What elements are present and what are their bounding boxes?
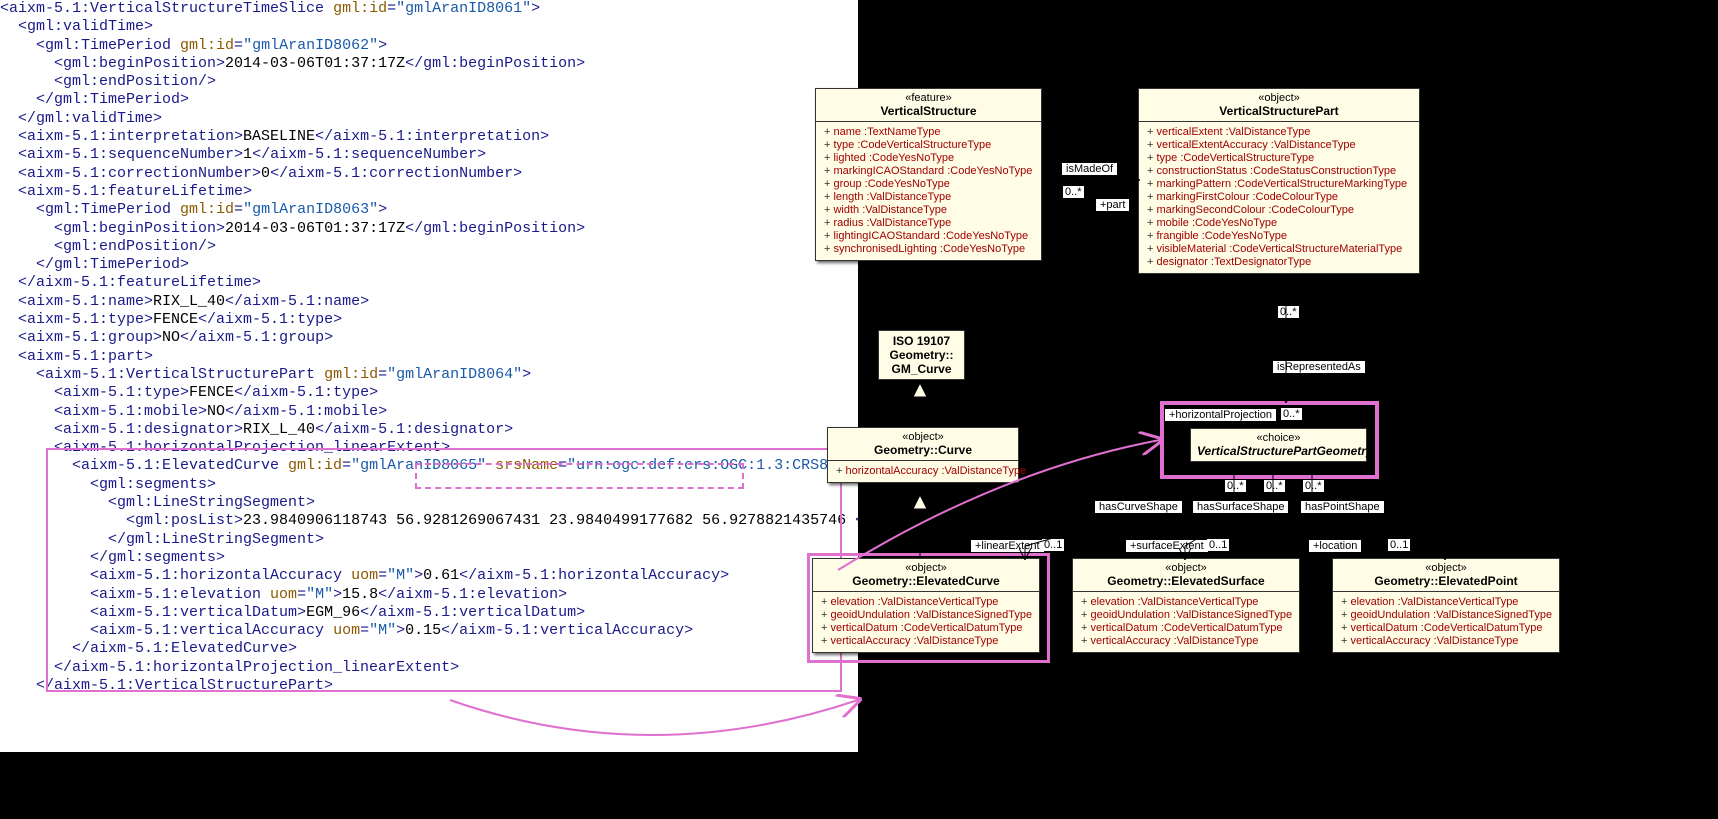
uml-attribute: geoidUndulation :ValDistanceSignedType — [1341, 609, 1551, 622]
uml-vertical-structure: «feature»VerticalStructure name :TextNam… — [815, 88, 1042, 261]
lbl-linearextent: +linearExtent — [970, 539, 1045, 553]
uml-geometry-curve: «object»Geometry::Curve horizontalAccura… — [827, 427, 1019, 483]
lbl-ismadeof: isMadeOf — [1061, 162, 1118, 176]
mult-location: 0..1 — [1388, 539, 1410, 551]
uml-attribute: verticalExtent :ValDistanceType — [1147, 126, 1411, 139]
mult-vsp-self: 0..* — [1278, 306, 1299, 318]
lbl-hassurfaceshape: hasSurfaceShape — [1192, 500, 1289, 514]
lbl-surfaceextent: +surfaceExtent — [1125, 539, 1209, 553]
mult-surf: 0..* — [1264, 480, 1285, 492]
uml-attribute: elevation :ValDistanceVerticalType — [1081, 596, 1291, 609]
lbl-part: +part — [1095, 198, 1130, 212]
lbl-hproj: +horizontalProjection — [1164, 408, 1277, 422]
uml-attribute: mobile :CodeYesNoType — [1147, 217, 1411, 230]
uml-vspg: «choice» VerticalStructurePartGeometry — [1190, 428, 1367, 462]
uml-attribute: geoidUndulation :ValDistanceSignedType — [1081, 609, 1291, 622]
uml-attribute: visibleMaterial :CodeVerticalStructureMa… — [1147, 243, 1411, 256]
uml-vertical-structure-part: «object»VerticalStructurePart verticalEx… — [1138, 88, 1420, 274]
uml-attribute: verticalDatum :CodeVerticalDatumType — [1341, 622, 1551, 635]
uml-attribute: lightingICAOStandard :CodeYesNoType — [824, 230, 1033, 243]
uml-attribute: name :TextNameType — [824, 126, 1033, 139]
uml-attribute: horizontalAccuracy :ValDistanceType — [836, 465, 1010, 478]
mult-hproj: 0..* — [1281, 408, 1302, 420]
uml-attribute: markingPattern :CodeVerticalStructureMar… — [1147, 178, 1411, 191]
mult-surfaceextent: 0..1 — [1207, 539, 1229, 551]
uml-attribute: type :CodeVerticalStructureType — [824, 139, 1033, 152]
uml-attribute: verticalDatum :CodeVerticalDatumType — [1081, 622, 1291, 635]
lbl-isrepresentedas: isRepresentedAs — [1272, 360, 1366, 374]
uml-attribute: width :ValDistanceType — [824, 204, 1033, 217]
uml-attribute: markingICAOStandard :CodeYesNoType — [824, 165, 1033, 178]
uml-attribute: designator :TextDesignatorType — [1147, 256, 1411, 269]
mult-linearextent: 0..1 — [1042, 539, 1064, 551]
uml-gm-curve: ISO 19107 Geometry:: GM_Curve — [878, 330, 965, 380]
uml-attribute: verticalAccuracy :ValDistanceType — [1341, 635, 1551, 648]
mult-point: 0..* — [1303, 480, 1324, 492]
uml-elevated-point: «object»Geometry::ElevatedPoint elevatio… — [1332, 558, 1560, 653]
uml-attribute: lighted :CodeYesNoType — [824, 152, 1033, 165]
uml-attribute: elevation :ValDistanceVerticalType — [1341, 596, 1551, 609]
highlight-srsname — [415, 463, 744, 489]
uml-attribute: verticalAccuracy :ValDistanceType — [821, 635, 1031, 648]
uml-attribute: markingFirstColour :CodeColourType — [1147, 191, 1411, 204]
lbl-haspointshape: hasPointShape — [1300, 500, 1385, 514]
uml-attribute: length :ValDistanceType — [824, 191, 1033, 204]
lbl-location: +location — [1308, 539, 1362, 553]
uml-attribute: verticalDatum :CodeVerticalDatumType — [821, 622, 1031, 635]
uml-attribute: radius :ValDistanceType — [824, 217, 1033, 230]
uml-attribute: synchronisedLighting :CodeYesNoType — [824, 243, 1033, 256]
uml-attribute: verticalAccuracy :ValDistanceType — [1081, 635, 1291, 648]
lbl-hascurveshape: hasCurveShape — [1094, 500, 1183, 514]
uml-elevated-curve: «object»Geometry::ElevatedCurve elevatio… — [812, 558, 1040, 653]
mult-part: 0..* — [1063, 186, 1084, 198]
uml-elevated-surface: «object»Geometry::ElevatedSurface elevat… — [1072, 558, 1300, 653]
uml-attribute: constructionStatus :CodeStatusConstructi… — [1147, 165, 1411, 178]
uml-attribute: type :CodeVerticalStructureType — [1147, 152, 1411, 165]
uml-attribute: frangible :CodeYesNoType — [1147, 230, 1411, 243]
uml-attribute: markingSecondColour :CodeColourType — [1147, 204, 1411, 217]
uml-attribute: geoidUndulation :ValDistanceSignedType — [821, 609, 1031, 622]
uml-attribute: elevation :ValDistanceVerticalType — [821, 596, 1031, 609]
mult-curve: 0..* — [1225, 480, 1246, 492]
uml-attribute: verticalExtentAccuracy :ValDistanceType — [1147, 139, 1411, 152]
uml-attribute: group :CodeYesNoType — [824, 178, 1033, 191]
